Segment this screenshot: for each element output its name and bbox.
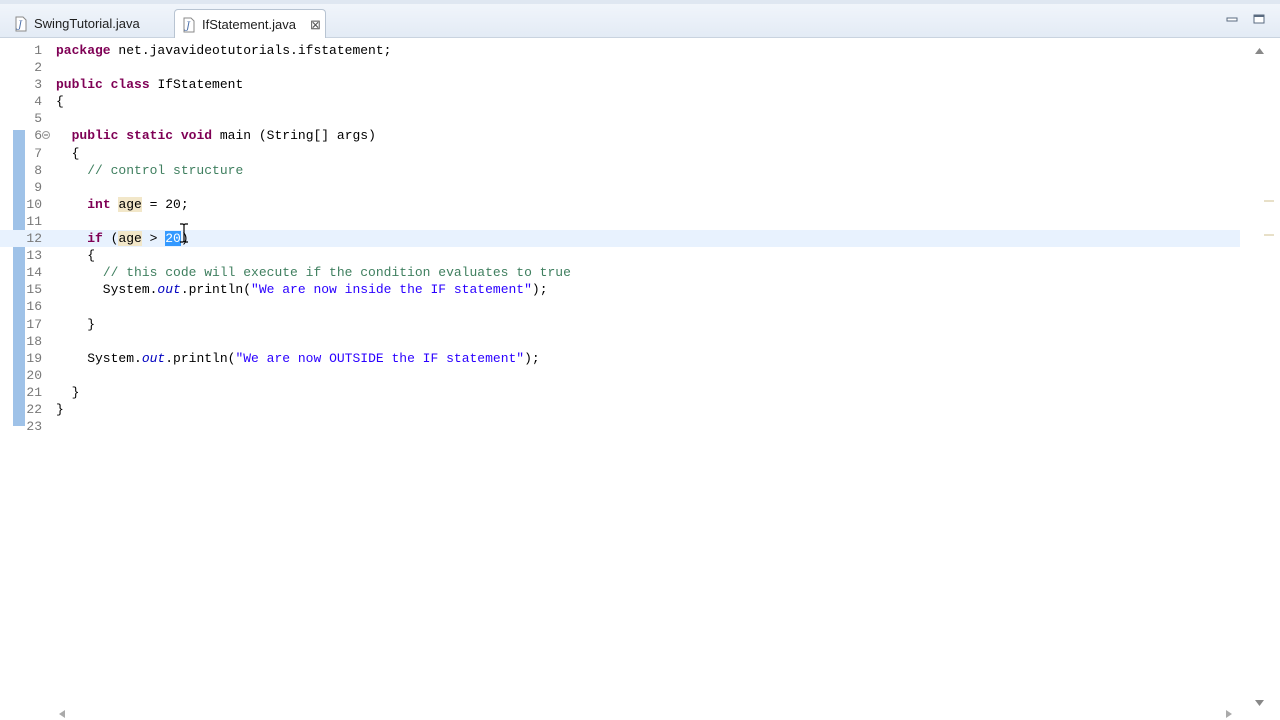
code-text: int age = 20; [87,196,189,212]
line-number: 14 [26,265,42,281]
overview-marker[interactable] [1264,200,1274,202]
line-number: 13 [26,248,42,264]
code-text: { [56,248,96,264]
code-line[interactable]: 4{ [0,93,1240,110]
code-text: package net.javavideotutorials.ifstateme… [56,43,392,58]
line-number: 11 [26,213,42,229]
code-text: // control structure [87,162,244,178]
code-text: if (age > 20) [87,231,189,247]
minimize-icon[interactable] [1226,14,1238,24]
code-line[interactable]: 9 [0,179,1240,196]
code-line[interactable]: 18 [0,333,1240,350]
code-line[interactable]: 8 // control structure [0,162,1240,179]
svg-text:J: J [184,21,191,32]
code-line[interactable]: 3 public class IfStatement [0,76,1240,93]
code-line[interactable]: 20 [0,367,1240,384]
tab-label: IfStatement.java [202,17,296,32]
scroll-left-icon[interactable] [59,710,65,718]
scroll-down-icon[interactable] [1255,700,1264,706]
line-number: 22 [26,401,42,417]
line-number: 7 [34,145,42,161]
code-text: { [56,145,80,161]
overview-marker[interactable] [1264,234,1274,236]
code-line[interactable]: 2 [0,59,1240,76]
close-icon[interactable]: ⊠ [310,17,321,33]
tab-label: SwingTutorial.java [34,16,140,31]
tab-swing-tutorial[interactable]: J SwingTutorial.java [6,9,172,38]
code-line[interactable]: 5 [0,110,1240,127]
line-number: 1 [34,43,42,58]
code-text: // this code will execute if the conditi… [102,265,571,281]
code-text: } [56,401,64,417]
java-file-icon: J [183,17,195,32]
code-line[interactable]: 14 // this code will execute if the cond… [0,264,1240,281]
code-line[interactable]: 16 [0,298,1240,315]
line-number: 6 [34,128,42,144]
code-line[interactable]: 15 System.out.println("We are now inside… [0,281,1240,298]
code-line[interactable]: 13 { [0,247,1240,264]
line-number: 5 [34,111,42,127]
line-number: 2 [34,60,42,76]
text-cursor-icon [180,223,188,243]
line-number: 4 [34,94,42,110]
code-text: System.out.println("We are now OUTSIDE t… [56,350,540,366]
line-number: 19 [26,350,42,366]
code-line[interactable]: 23 [0,418,1240,435]
svg-text:J: J [16,20,23,31]
line-number: 10 [26,196,42,212]
code-text: public static void main (String[] args) [71,128,376,144]
line-number: 12 [26,231,42,247]
code-text: { [56,94,64,110]
fold-collapse-icon[interactable] [42,131,50,140]
line-number: 8 [34,162,42,178]
line-number: 3 [34,77,42,93]
horizontal-scrollbar[interactable] [50,706,1240,720]
code-line[interactable]: 19 System.out.println("We are now OUTSID… [0,350,1240,367]
code-line[interactable]: 1 package net.javavideotutorials.ifstatem… [0,42,1240,59]
line-number: 17 [26,316,42,332]
code-line[interactable]: 21 } [0,384,1240,401]
code-text: } [56,384,80,400]
code-line[interactable]: 10 int age = 20; [0,196,1240,213]
line-number: 23 [26,419,42,435]
line-number: 18 [26,333,42,349]
code-editor[interactable]: 1 package net.javavideotutorials.ifstatem… [0,38,1280,720]
code-text: } [56,316,96,332]
maximize-icon[interactable] [1253,14,1265,24]
code-line[interactable]: 22} [0,401,1240,418]
code-line[interactable]: 17 } [0,316,1240,333]
line-number: 20 [26,367,42,383]
scroll-up-icon[interactable] [1255,48,1264,54]
tab-if-statement[interactable]: J IfStatement.java ⊠ [174,9,326,39]
vertical-scrollbar[interactable] [1240,38,1280,708]
line-number: 16 [26,299,42,315]
line-number: 15 [26,282,42,298]
editor-tab-bar: J SwingTutorial.java J IfStatement.java … [0,0,1280,39]
scroll-right-icon[interactable] [1226,710,1232,718]
code-text: public class IfStatement [56,77,244,93]
line-number: 21 [26,384,42,400]
code-line[interactable]: 6 public static void main (String[] args… [0,127,1240,144]
java-file-icon: J [15,16,27,31]
code-text: System.out.println("We are now inside th… [56,282,548,298]
line-number: 9 [34,179,42,195]
code-line[interactable]: 7 { [0,145,1240,162]
